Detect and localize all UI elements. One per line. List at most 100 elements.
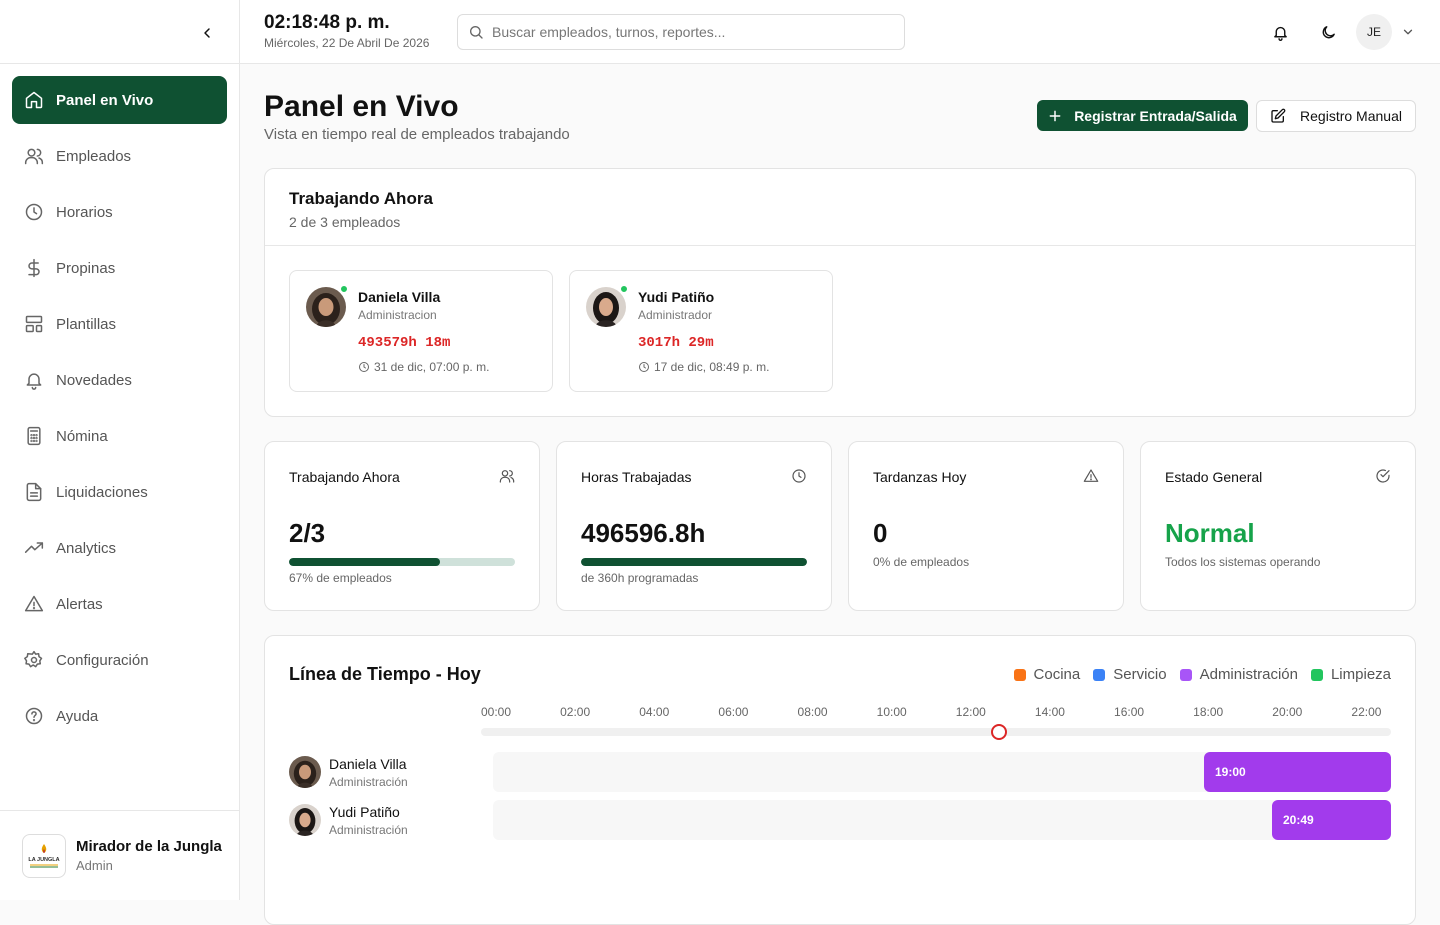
timeline-legend: Cocina Servicio Administración Limpieza	[1001, 666, 1391, 683]
legend-label: Servicio	[1113, 666, 1167, 683]
stat-value: 496596.8h	[581, 518, 706, 548]
search-box[interactable]	[457, 14, 905, 50]
timeline-axis-track	[481, 728, 1391, 736]
register-clock-in-out-button[interactable]: Registrar Entrada/Salida	[1037, 100, 1248, 131]
organization-switcher[interactable]: LA JUNGLA Mirador de la Jungla Admin	[0, 810, 240, 900]
legend-swatch	[1310, 668, 1323, 681]
live-clock: 02:18:48 p. m. Miércoles, 22 De Abril De…	[264, 12, 429, 50]
sidebar-item-propinas[interactable]: Propinas	[12, 244, 227, 292]
search-input[interactable]	[492, 24, 892, 40]
employee-card[interactable]: Daniela Villa Administracion 493579h 18m…	[289, 270, 553, 392]
timeline-hour-label: 16:00	[1114, 705, 1145, 719]
sidebar-item-label: Liquidaciones	[56, 483, 148, 501]
legend-label: Administración	[1199, 666, 1298, 683]
timeline-shift-bar[interactable]: 19:00	[1204, 752, 1391, 792]
timeline-shift-bar[interactable]: 20:49	[1272, 800, 1391, 840]
timeline-hour-label: 08:00	[797, 705, 828, 719]
user-avatar-button[interactable]: JE	[1356, 14, 1392, 50]
organization-name: Mirador de la Jungla	[76, 838, 222, 855]
stat-footer: Todos los sistemas operando	[1165, 555, 1321, 569]
stat-title: Tardanzas Hoy	[873, 469, 967, 485]
stat-progress-bar	[289, 558, 515, 566]
employee-card[interactable]: Yudi Patiño Administrador 3017h 29m 17 d…	[569, 270, 833, 392]
stat-card-working-now: Trabajando Ahora 2/3 67% de empleados	[264, 441, 540, 611]
sidebar-item-alertas[interactable]: Alertas	[12, 580, 227, 628]
employee-clock-in-time: 31 de dic, 07:00 p. m.	[358, 360, 489, 374]
employee-clock-in-label: 31 de dic, 07:00 p. m.	[374, 360, 490, 374]
stat-card-hours-worked: Horas Trabajadas 496596.8h de 360h progr…	[556, 441, 832, 611]
plus-icon	[1048, 109, 1062, 123]
sidebar-item-label: Empleados	[56, 147, 132, 165]
employee-clock-in-label: 17 de dic, 08:49 p. m.	[654, 360, 770, 374]
employee-worked-duration: 493579h 18m	[358, 335, 451, 351]
trending-up-icon	[24, 538, 44, 558]
stat-card-general-status: Estado General Normal Todos los sistemas…	[1140, 441, 1416, 611]
clock-icon	[24, 202, 44, 222]
sidebar-item-label: Propinas	[56, 259, 116, 277]
stat-footer: de 360h programadas	[581, 571, 699, 585]
online-status-dot	[339, 284, 349, 294]
sidebar: Panel en Vivo Empleados Horarios Propina…	[0, 0, 240, 900]
stat-title: Horas Trabajadas	[581, 469, 692, 485]
moon-icon	[1322, 25, 1335, 38]
stat-progress-fill	[581, 558, 807, 566]
sidebar-item-panel-en-vivo[interactable]: Panel en Vivo	[12, 76, 227, 124]
manual-entry-label: Registro Manual	[1300, 108, 1402, 124]
sidebar-item-novedades[interactable]: Novedades	[12, 356, 227, 404]
file-text-icon	[24, 482, 44, 502]
timeline-employee-avatar	[289, 756, 321, 788]
main-content: Panel en Vivo Vista en tiempo real de em…	[240, 64, 1440, 925]
stat-progress-bar	[581, 558, 807, 566]
legend-item-servicio: Servicio	[1093, 666, 1167, 683]
timeline-employee-name: Yudi Patiño	[329, 804, 400, 820]
sidebar-item-plantillas[interactable]: Plantillas	[12, 300, 227, 348]
legend-swatch	[1013, 668, 1026, 681]
organization-role: Admin	[76, 858, 113, 873]
user-menu-toggle[interactable]	[1398, 22, 1418, 42]
timeline-hour-label: 00:00	[481, 705, 512, 719]
employee-role: Administrador	[638, 308, 713, 322]
stat-progress-fill	[289, 558, 441, 566]
search-icon	[470, 26, 483, 39]
sidebar-header	[0, 0, 239, 64]
sidebar-item-analytics[interactable]: Analytics	[12, 524, 227, 572]
layout-template-icon	[24, 314, 44, 334]
edit-icon	[1270, 108, 1286, 124]
sidebar-item-liquidaciones[interactable]: Liquidaciones	[12, 468, 227, 516]
working-now-subtitle: 2 de 3 empleados	[289, 214, 401, 230]
manual-entry-button[interactable]: Registro Manual	[1256, 100, 1416, 132]
shift-start-label: 20:49	[1283, 813, 1314, 827]
clock-icon	[791, 468, 807, 484]
timeline-hour-label: 04:00	[639, 705, 670, 719]
collapse-sidebar-button[interactable]	[196, 22, 218, 44]
theme-toggle-button[interactable]	[1316, 20, 1340, 44]
legend-swatch	[1179, 668, 1192, 681]
notifications-button[interactable]	[1268, 20, 1292, 44]
help-circle-icon	[24, 706, 44, 726]
sidebar-item-configuracion[interactable]: Configuración	[12, 636, 227, 684]
organization-logo-text: LA JUNGLA	[28, 857, 59, 863]
timeline-track: 20:49	[493, 800, 1391, 840]
sidebar-item-label: Configuración	[56, 651, 149, 669]
legend-item-administracion: Administración	[1179, 666, 1298, 683]
working-now-header: Trabajando Ahora 2 de 3 empleados	[265, 169, 1415, 246]
sidebar-item-label: Plantillas	[56, 315, 117, 333]
home-icon	[24, 90, 44, 110]
sidebar-item-horarios[interactable]: Horarios	[12, 188, 227, 236]
sidebar-item-ayuda[interactable]: Ayuda	[12, 692, 227, 740]
sidebar-item-empleados[interactable]: Empleados	[12, 132, 227, 180]
chevron-down-icon	[1403, 29, 1413, 35]
legend-item-limpieza: Limpieza	[1310, 666, 1391, 683]
clock-icon	[358, 361, 370, 373]
stat-value: 0	[873, 518, 888, 548]
sidebar-item-nomina[interactable]: Nómina	[12, 412, 227, 460]
sidebar-item-label: Panel en Vivo	[56, 91, 154, 109]
clock-date: Miércoles, 22 De Abril De 2026	[264, 36, 430, 50]
bell-icon	[24, 370, 44, 390]
calculator-icon	[24, 426, 44, 446]
stat-footer: 0% de empleados	[873, 555, 970, 569]
legend-swatch	[1093, 668, 1106, 681]
bell-icon	[1273, 26, 1287, 41]
timeline-hour-label: 06:00	[718, 705, 749, 719]
sidebar-item-label: Ayuda	[56, 707, 99, 725]
